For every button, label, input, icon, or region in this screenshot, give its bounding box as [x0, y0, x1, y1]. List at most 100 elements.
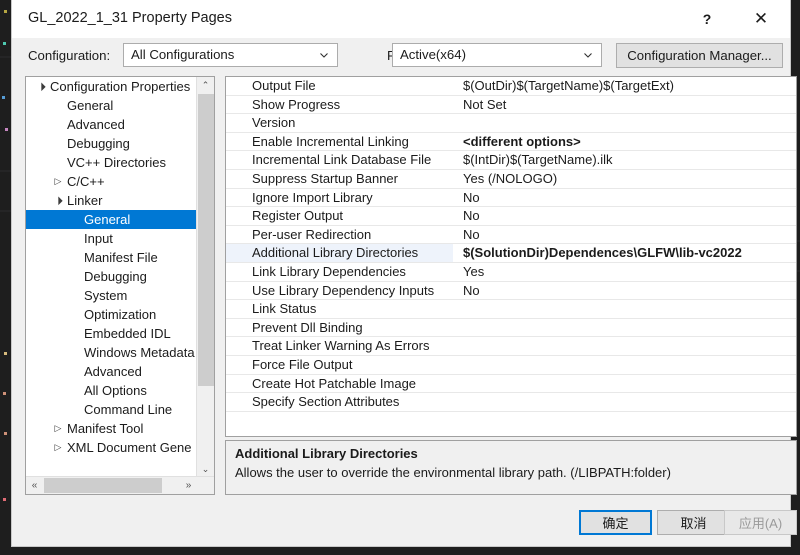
property-name: Incremental Link Database File: [252, 152, 432, 168]
configuration-manager-button[interactable]: Configuration Manager...: [616, 43, 783, 68]
tree-item-manifest-file[interactable]: Manifest File: [26, 248, 198, 267]
cancel-button[interactable]: 取消: [657, 510, 730, 535]
property-row[interactable]: Register Output No: [226, 207, 796, 226]
property-value[interactable]: No: [453, 226, 796, 244]
tree-item-manifest-tool[interactable]: ▷ Manifest Tool: [26, 419, 198, 438]
chevron-right-icon[interactable]: ▷: [51, 419, 65, 438]
scroll-left-icon[interactable]: «: [26, 477, 43, 494]
tree-item-label: All Options: [84, 383, 147, 398]
property-value[interactable]: [453, 319, 796, 337]
tree-item-general[interactable]: General: [26, 210, 198, 229]
ok-button[interactable]: 确定: [579, 510, 652, 535]
tree-item-label: Windows Metadata: [84, 345, 195, 360]
property-row[interactable]: Prevent Dll Binding: [226, 319, 796, 338]
backdrop-dot: [4, 432, 7, 435]
tree-item-debugging[interactable]: Debugging: [26, 267, 198, 286]
tree-item-all-options[interactable]: All Options: [26, 381, 198, 400]
property-row[interactable]: Link Library Dependencies Yes: [226, 263, 796, 282]
horizontal-scroll-thumb[interactable]: [44, 478, 162, 493]
property-value[interactable]: Not Set: [453, 96, 796, 114]
scroll-right-icon[interactable]: »: [180, 477, 197, 494]
property-value[interactable]: <different options>: [453, 133, 796, 151]
backdrop-dot: [3, 498, 6, 501]
tree-item-label: Command Line: [84, 402, 173, 417]
configuration-dropdown[interactable]: All Configurations: [123, 43, 338, 67]
property-row[interactable]: Per-user Redirection No: [226, 226, 796, 245]
property-row[interactable]: Show Progress Not Set: [226, 96, 796, 115]
property-row[interactable]: Ignore Import Library No: [226, 189, 796, 208]
property-value[interactable]: Yes (/NOLOGO): [453, 170, 796, 188]
property-value[interactable]: $(IntDir)$(TargetName).ilk: [453, 151, 796, 169]
property-row[interactable]: Specify Section Attributes: [226, 393, 796, 412]
tree-item-windows-metadata[interactable]: Windows Metadata: [26, 343, 198, 362]
tree-item-command-line[interactable]: Command Line: [26, 400, 198, 419]
tree-item-embedded-idl[interactable]: Embedded IDL: [26, 324, 198, 343]
property-row[interactable]: Link Status: [226, 300, 796, 319]
tree-item-xml-document-gene[interactable]: ▷ XML Document Gene: [26, 438, 198, 457]
tree-item-optimization[interactable]: Optimization: [26, 305, 198, 324]
property-name: Specify Section Attributes: [252, 394, 400, 410]
property-name: Treat Linker Warning As Errors: [252, 338, 430, 354]
property-name: Link Status: [252, 301, 317, 317]
property-name: Force File Output: [252, 356, 353, 372]
property-value[interactable]: [453, 375, 796, 393]
backdrop-dot: [2, 96, 5, 99]
property-row[interactable]: Force File Output: [226, 356, 796, 375]
scroll-up-icon[interactable]: ⌃: [197, 77, 214, 94]
property-name: Suppress Startup Banner: [252, 170, 398, 186]
vertical-scroll-thumb[interactable]: [198, 94, 214, 386]
chevron-right-icon[interactable]: ▷: [51, 172, 65, 191]
property-value[interactable]: $(OutDir)$(TargetName)$(TargetExt): [453, 77, 796, 95]
property-value[interactable]: [453, 393, 796, 411]
property-row[interactable]: Treat Linker Warning As Errors: [226, 337, 796, 356]
chevron-right-icon[interactable]: ▷: [51, 438, 65, 457]
property-value[interactable]: No: [453, 189, 796, 207]
tree-item-general[interactable]: General: [26, 96, 198, 115]
property-value[interactable]: [453, 337, 796, 355]
tree-item-label: Manifest File: [84, 250, 158, 265]
tree-item-input[interactable]: Input: [26, 229, 198, 248]
tree-item-advanced[interactable]: Advanced: [26, 362, 198, 381]
property-row[interactable]: Enable Incremental Linking <different opt…: [226, 133, 796, 152]
configuration-tree: ◢ Configuration Properties General Advanced…: [25, 76, 215, 495]
property-row[interactable]: Suppress Startup Banner Yes (/NOLOGO): [226, 170, 796, 189]
property-name: Output File: [252, 78, 316, 93]
property-value[interactable]: $(SolutionDir)Dependences\GLFW\lib-vc202…: [453, 244, 796, 262]
property-value[interactable]: No: [453, 207, 796, 225]
property-row[interactable]: Create Hot Patchable Image: [226, 375, 796, 394]
apply-button[interactable]: 应用(A): [724, 510, 797, 535]
tree-horizontal-scrollbar[interactable]: « »: [26, 476, 214, 494]
property-row[interactable]: Incremental Link Database File $(IntDir)$…: [226, 151, 796, 170]
description-panel: Additional Library Directories Allows th…: [225, 440, 797, 495]
backdrop-dot: [3, 42, 6, 45]
property-name: Per-user Redirection: [252, 226, 372, 242]
tree-item-vc-directories[interactable]: VC++ Directories: [26, 153, 198, 172]
tree-item-debugging[interactable]: Debugging: [26, 134, 198, 153]
help-icon[interactable]: ?: [684, 0, 730, 38]
property-row[interactable]: Version: [226, 114, 796, 133]
property-value[interactable]: [453, 114, 796, 132]
tree-item-linker[interactable]: ◢ Linker: [26, 191, 198, 210]
property-value[interactable]: Yes: [453, 263, 796, 281]
tree-item-label: VC++ Directories: [67, 155, 166, 170]
property-row[interactable]: Use Library Dependency Inputs No: [226, 282, 796, 301]
tree-item-label: Manifest Tool: [67, 421, 144, 436]
title-bar: GL_2022_1_31 Property Pages ? ✕: [12, 0, 790, 38]
close-icon[interactable]: ✕: [738, 0, 784, 38]
tree-item-configuration-properties[interactable]: ◢ Configuration Properties: [26, 77, 198, 96]
tree-item-label: General: [67, 98, 114, 113]
property-value[interactable]: [453, 356, 796, 374]
property-row[interactable]: Output File $(OutDir)$(TargetName)$(Targe…: [226, 77, 796, 96]
tree-item-system[interactable]: System: [26, 286, 198, 305]
property-grid: Output File $(OutDir)$(TargetName)$(Targe…: [225, 76, 797, 437]
property-value[interactable]: No: [453, 282, 796, 300]
platform-dropdown[interactable]: Active(x64): [392, 43, 602, 67]
configuration-value: All Configurations: [131, 47, 235, 62]
tree-item-advanced[interactable]: Advanced: [26, 115, 198, 134]
property-name: Additional Library Directories: [226, 244, 453, 262]
property-value[interactable]: [453, 300, 796, 318]
tree-item-c-c[interactable]: ▷ C/C++: [26, 172, 198, 191]
property-row[interactable]: Additional Library Directories $(Solution…: [226, 244, 796, 263]
page-title: GL_2022_1_31 Property Pages: [28, 10, 232, 26]
tree-vertical-scrollbar[interactable]: ⌃ ⌄: [196, 77, 214, 478]
